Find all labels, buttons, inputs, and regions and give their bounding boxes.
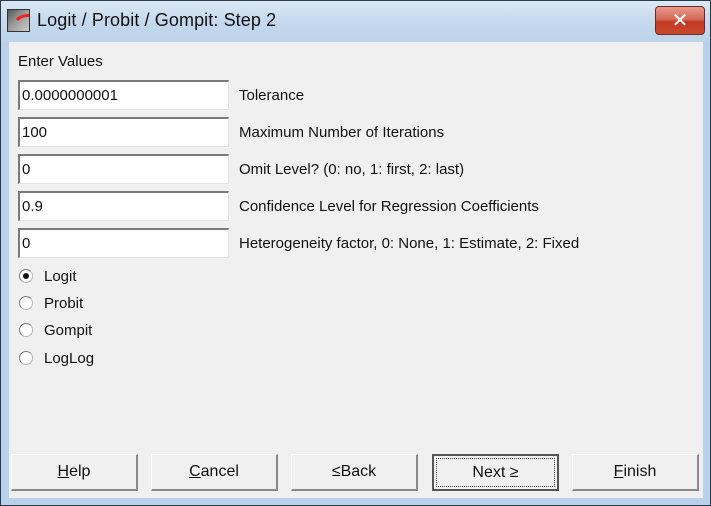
enter-values-label: Enter Values [18,53,103,70]
cancel-button[interactable]: Cancel [151,454,278,491]
radio-loglog[interactable]: LogLog [19,347,94,369]
dialog-window: Logit / Probit / Gompit: Step 2 ✕ Enter … [0,0,711,506]
radio-button[interactable] [19,351,33,365]
radio-probit[interactable]: Probit [19,292,83,314]
next-accel: ≥ [509,463,519,481]
radio-label: Gompit [44,321,93,339]
tolerance-label: Tolerance [239,87,305,104]
finish-label: inish [623,463,657,480]
tolerance-input[interactable] [18,80,229,110]
logit-curve-icon [7,9,30,32]
back-accel: ≤ [331,463,341,480]
back-label: Back [340,463,377,480]
radio-label: Probit [44,294,84,312]
dialog-body: Enter Values Tolerance Maximum Number of… [9,42,703,498]
max-iterations-label: Maximum Number of Iterations [239,124,445,141]
next-label: Next [472,463,506,481]
heterogeneity-label: Heterogeneity factor, 0: None, 1: Estima… [239,235,580,252]
help-label: elp [69,463,91,480]
cancel-accel: C [189,463,201,480]
omit-level-row: Omit Level? (0: no, 1: first, 2: last) [18,154,698,184]
max-iterations-input[interactable] [18,117,229,147]
max-iterations-row: Maximum Number of Iterations [18,117,698,147]
confidence-level-input[interactable] [18,191,229,221]
back-button[interactable]: ≤ Back [291,454,418,491]
finish-button[interactable]: Finish [572,454,699,491]
radio-label: LogLog [44,349,95,367]
help-accel: H [57,463,70,480]
close-icon: ✕ [671,10,689,32]
confidence-level-label: Confidence Level for Regression Coeffici… [239,198,539,215]
heterogeneity-input[interactable] [18,228,229,258]
cancel-label: ancel [200,463,239,480]
tolerance-row: Tolerance [18,80,698,110]
help-button[interactable]: Help [11,454,138,491]
radio-button-checked[interactable] [19,269,33,283]
radio-logit[interactable]: Logit [19,265,77,287]
radio-button[interactable] [19,296,33,310]
close-button[interactable]: ✕ [655,6,705,35]
omit-level-input[interactable] [18,154,229,184]
omit-level-label: Omit Level? (0: no, 1: first, 2: last) [239,161,465,178]
next-button[interactable]: Next ≥ [432,454,559,491]
radio-gompit[interactable]: Gompit [19,319,92,341]
radio-label: Logit [44,267,77,285]
finish-accel: F [613,463,624,480]
title-bar[interactable]: Logit / Probit / Gompit: Step 2 ✕ [1,1,710,42]
window-title: Logit / Probit / Gompit: Step 2 [37,10,277,30]
radio-button[interactable] [19,323,33,337]
confidence-level-row: Confidence Level for Regression Coeffici… [18,191,698,221]
heterogeneity-row: Heterogeneity factor, 0: None, 1: Estima… [18,228,698,258]
